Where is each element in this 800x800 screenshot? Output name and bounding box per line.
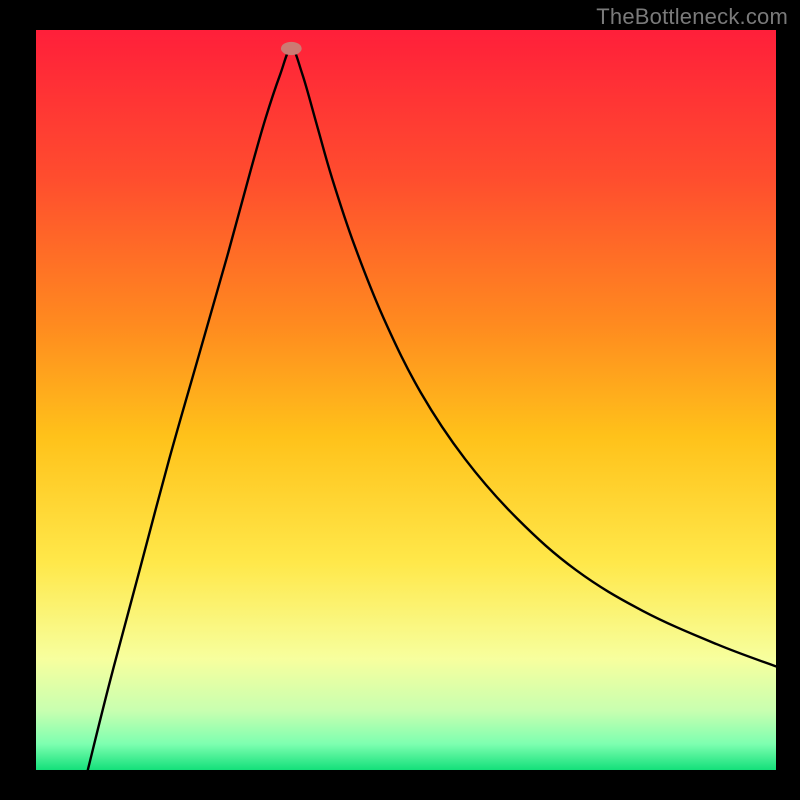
- plot-background: [36, 30, 776, 770]
- optimal-point-marker: [281, 42, 302, 55]
- watermark-text: TheBottleneck.com: [596, 4, 788, 30]
- chart-stage: TheBottleneck.com: [0, 0, 800, 800]
- bottleneck-chart: [0, 0, 800, 800]
